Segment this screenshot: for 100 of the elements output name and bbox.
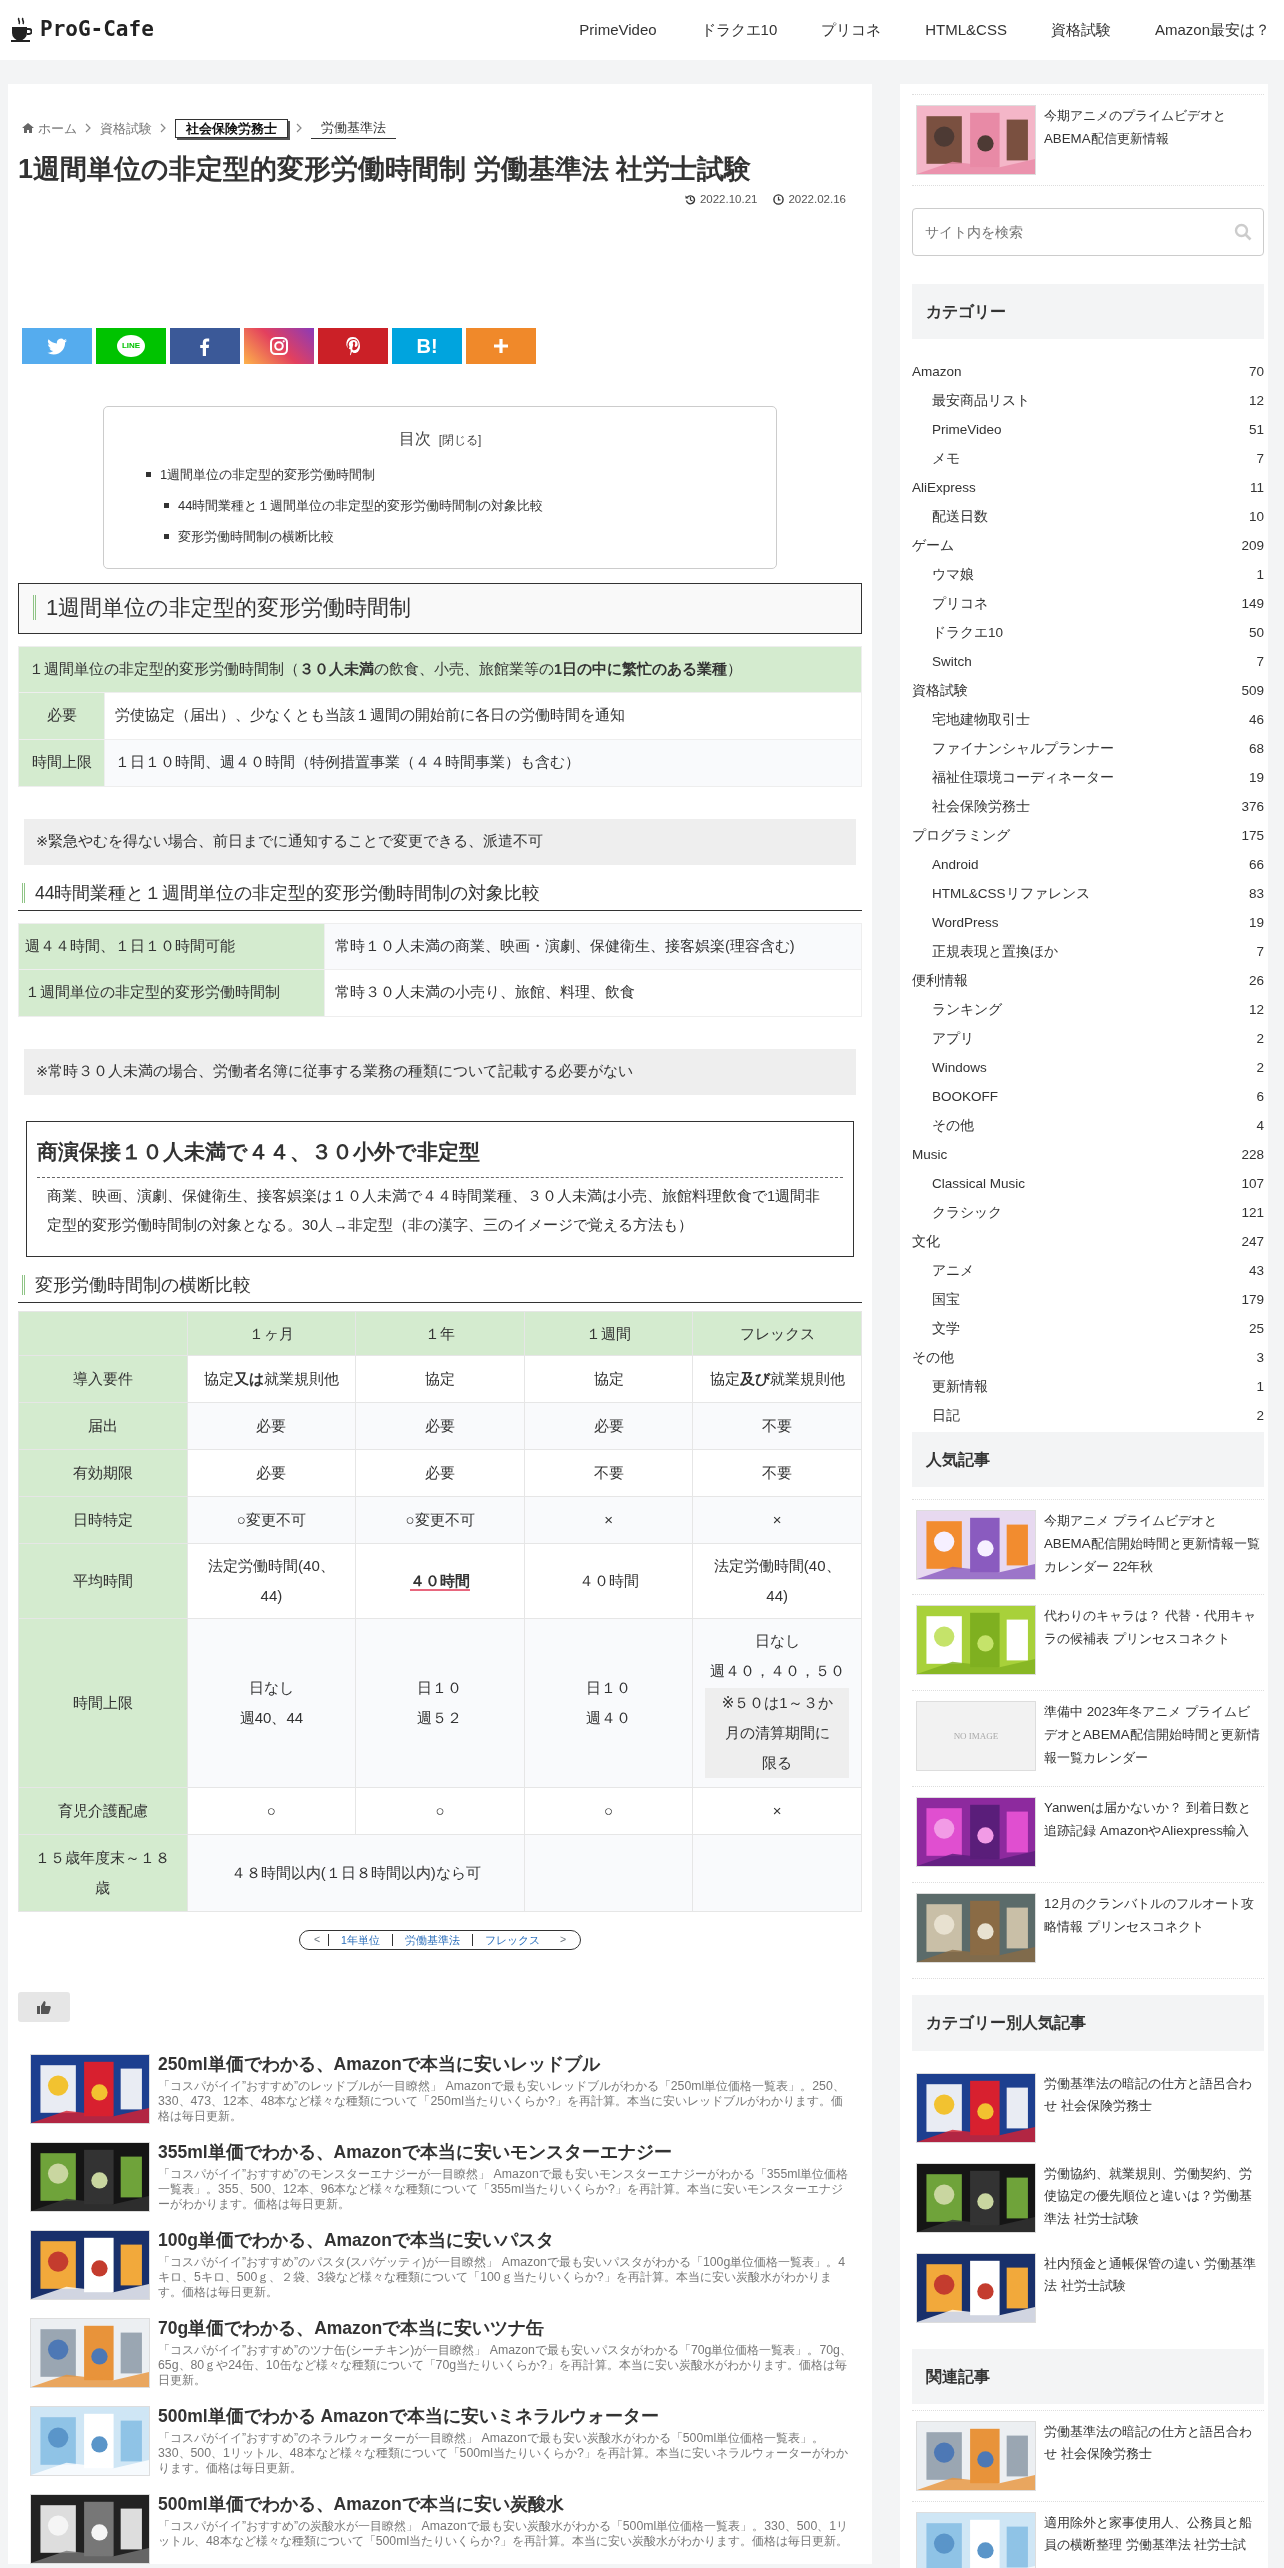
article-link[interactable]: 100g単価でわかる、Amazonで本当に安いパスタ [158,2230,854,2252]
category-link[interactable]: 文化 247 [912,1227,1264,1257]
row-header: 導入要件 [18,1355,188,1403]
category-link[interactable]: 便利情報 26 [912,966,1264,996]
category-link[interactable]: クラシック 121 [912,1198,1264,1228]
category-name: 宅地建物取引士 [932,710,1030,729]
category-link[interactable]: ウマ娘 1 [912,560,1264,590]
pager-link[interactable]: フレックス [471,1934,552,1947]
post-link[interactable]: 12月のクランバトルのフルオート攻略情報 プリンセスコネクト [1044,1893,1260,1969]
category-name: 正規表現と置換ほか [932,942,1058,961]
toc-link[interactable]: 1週間単位の非定型的変形労働時間制 [160,467,376,483]
post-link[interactable]: 適用除外と家事使用人、公務員と船員の横断整理 労働基準法 社労士試 [1044,2511,1260,2568]
article-link[interactable]: 70g単価でわかる、Amazonで本当に安いツナ缶 [158,2318,854,2340]
category-link[interactable]: 福祉住環境コーディネーター 19 [912,763,1264,793]
site-logo[interactable]: ProG-Cafe [40,14,154,46]
category-link[interactable]: アプリ 2 [912,1024,1264,1054]
search-field[interactable]: サイト内を検索 [912,208,1264,256]
breadcrumb-link[interactable]: 社会保険労務士 [175,118,288,138]
category-link[interactable]: 更新情報 1 [912,1372,1264,1402]
breadcrumb-link[interactable]: 資格試験 [100,118,152,138]
category-name: BOOKOFF [932,1087,998,1106]
category-link[interactable]: 宅地建物取引士 46 [912,705,1264,735]
previous-link[interactable]: < [313,1932,321,1949]
category-link[interactable]: 資格試験 509 [912,676,1264,706]
article-link[interactable]: 250ml単価でわかる、Amazonで本当に安いレッドブル [158,2054,854,2076]
category-count: 509 [1241,681,1264,700]
category-link[interactable]: その他 4 [912,1111,1264,1141]
category-link[interactable]: Amazon 70 [912,357,1264,387]
category-link[interactable]: 国宝 179 [912,1285,1264,1315]
row-header: 育児介護配慮 [18,1787,188,1835]
toc-toggle-link[interactable]: [閉じる] [438,431,482,450]
toc-link[interactable]: 44時間業種と１週間単位の非定型的変形労働時間制の対象比較 [178,498,544,514]
category-link[interactable]: プリコネ 149 [912,589,1264,619]
article-link[interactable]: 500ml単価でわかる、Amazonで本当に安い炭酸水 [158,2494,854,2516]
section-heading: 1週間単位の非定型的変形労働時間制 [18,583,862,634]
nav-link[interactable]: ドラクエ10 [700,18,778,42]
nav-link[interactable]: PrimeVideo [579,18,657,42]
category-link[interactable]: Music 228 [912,1140,1264,1170]
article-link[interactable]: 355ml単価でわかる、Amazonで本当に安いモンスターエナジー [158,2142,854,2164]
post-link[interactable]: 労働基準法の暗記の仕方と語呂合わせ 社会保険労務士 [1044,2072,1260,2143]
nav-link[interactable]: HTML&CSS [925,18,1007,42]
category-link[interactable]: WordPress 19 [912,908,1264,938]
category-name: Classical Music [932,1174,1026,1193]
category-name: メモ [932,449,960,468]
post-link[interactable]: 代わりのキャラは？ 代替・代用キャラの候補表 プリンセスコネクト [1044,1605,1260,1681]
table-cell: 不要 [692,1449,862,1497]
post-link[interactable]: 今期アニメのプライムビデオとABEMA配信更新情報 [1044,105,1260,175]
cell-text: 日１０ [585,1678,633,1699]
cell-text: 日なし [753,1631,801,1652]
post-link[interactable]: 準備中 2023年冬アニメ プライムビデオとABEMA配信開始時間と更新情報一覧カレンダー [1044,1701,1260,1777]
category-name: 福祉住環境コーディネーター [932,768,1114,787]
category-count: 247 [1241,1232,1264,1251]
category-count: 2 [1256,1029,1264,1048]
article-link[interactable]: 500ml単価でわかる Amazonで本当に安いミネラルウォーター [158,2406,854,2428]
category-link[interactable]: PrimeVideo 51 [912,415,1264,445]
nav-link[interactable]: 資格試験 [1050,18,1111,42]
pager-link[interactable]: 労働基準法 [391,1934,472,1947]
category-link[interactable]: Switch 7 [912,647,1264,677]
cell-text: 週５２ [416,1708,464,1729]
category-count: 12 [1248,1000,1264,1019]
breadcrumb-text[interactable]: ホーム [38,118,77,138]
nav-link[interactable]: Amazon最安は？ [1154,18,1270,42]
post-link[interactable]: 労働基準法の暗記の仕方と語呂合わせ 社会保険労務士 [1044,2420,1260,2491]
category-count: 68 [1248,739,1264,758]
category-link[interactable]: ランキング 12 [912,995,1264,1025]
category-link[interactable]: Android 66 [912,850,1264,880]
toc-link[interactable]: 変形労働時間制の横断比較 [178,529,334,545]
post-link[interactable]: Yanwenは届かないか？ 到着日数と追跡記録 AmazonやAliexpress輸入 [1044,1797,1260,1873]
next-link[interactable]: > [559,1932,567,1949]
post-link[interactable]: 今期アニメ プライムビデオとABEMA配信開始時間と更新情報一覧カレンダー 22年秋 [1044,1510,1260,1585]
category-link[interactable]: AliExpress 11 [912,473,1264,503]
category-link[interactable]: メモ 7 [912,444,1264,474]
category-name: Android [932,855,979,874]
category-link[interactable]: 配送日数 10 [912,502,1264,532]
category-count: 2 [1256,1406,1264,1425]
category-name: WordPress [932,913,999,932]
nav-link[interactable]: プリコネ [821,18,882,42]
category-link[interactable]: 正規表現と置換ほか 7 [912,937,1264,967]
post-link[interactable]: 労働協約、就業規則、労働契約、労使協定の優先順位と違いは？労働基準法 社労士試験 [1044,2162,1260,2233]
table-cell: 必要 [187,1449,356,1497]
category-link[interactable]: Windows 2 [912,1053,1264,1083]
category-link[interactable]: 文学 25 [912,1314,1264,1344]
category-link[interactable]: BOOKOFF 6 [912,1082,1264,1112]
table-cell: ４０時間 [524,1543,693,1619]
table-cell: ○ [355,1787,525,1835]
category-link[interactable]: ゲーム 209 [912,531,1264,561]
category-link[interactable]: 最安商品リスト 12 [912,386,1264,416]
breadcrumb-link[interactable]: 労働基準法 [311,118,396,139]
category-link[interactable]: Classical Music 107 [912,1169,1264,1199]
category-link[interactable]: プログラミング 175 [912,821,1264,851]
category-link[interactable]: アニメ 43 [912,1256,1264,1286]
category-link[interactable]: HTML&CSSリファレンス 83 [912,879,1264,909]
category-link[interactable]: ファイナンシャルプランナー 68 [912,734,1264,764]
category-link[interactable]: ドラクエ10 50 [912,618,1264,648]
pager-link[interactable]: 1年単位 [328,1934,392,1947]
category-link[interactable]: 日記 2 [912,1401,1264,1431]
category-link[interactable]: その他 3 [912,1343,1264,1373]
category-count: 51 [1248,420,1264,439]
category-link[interactable]: 社会保険労務士 376 [912,792,1264,822]
post-link[interactable]: 社内預金と通帳保管の違い 労働基準法 社労士試験 [1044,2252,1260,2323]
